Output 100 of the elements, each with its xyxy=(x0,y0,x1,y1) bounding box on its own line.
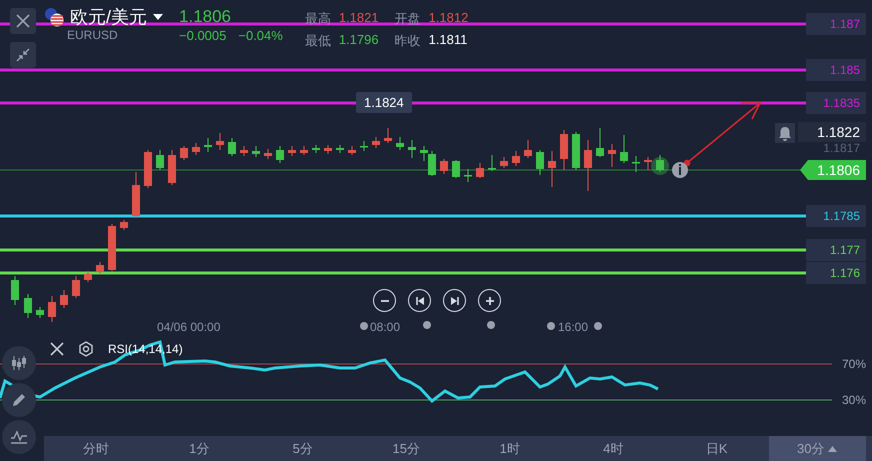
candlestick xyxy=(192,142,200,156)
timeframe-tab[interactable]: 5分 xyxy=(251,436,354,461)
timeframe-tab[interactable]: 1分 xyxy=(148,436,251,461)
candlestick xyxy=(360,140,368,152)
candlestick xyxy=(488,154,496,172)
candlestick xyxy=(536,150,544,176)
pencil-icon xyxy=(11,392,27,408)
candlestick xyxy=(408,140,416,158)
alert-button[interactable] xyxy=(775,123,795,143)
settings-icon xyxy=(78,341,94,357)
candlestick xyxy=(180,146,188,160)
level-price-label: 1.185 xyxy=(806,59,866,81)
scroll-end-button[interactable] xyxy=(443,289,466,312)
candlestick xyxy=(572,132,580,170)
candlestick xyxy=(440,158,448,174)
close-indicator-button[interactable] xyxy=(50,342,64,356)
candlestick xyxy=(204,138,212,152)
candlestick xyxy=(476,162,484,178)
level-price-label: 1.1835 xyxy=(806,92,866,114)
candlestick xyxy=(656,154,664,172)
candlestick xyxy=(584,140,592,192)
level-price-label: 1.1785 xyxy=(806,205,866,227)
candlestick xyxy=(452,160,460,178)
timeframe-tab[interactable]: 1时 xyxy=(458,436,562,461)
candlestick xyxy=(608,144,616,168)
chart-type-button[interactable] xyxy=(2,346,36,380)
scroll-start-button[interactable] xyxy=(408,289,431,312)
candlestick xyxy=(524,140,532,158)
candlestick xyxy=(84,270,92,282)
candlestick xyxy=(276,146,284,164)
timeframe-tab[interactable]: 15分 xyxy=(354,436,458,461)
candlestick xyxy=(324,144,332,154)
candlestick xyxy=(372,136,380,148)
candlestick xyxy=(620,134,628,164)
percent-change: −0.04% xyxy=(238,28,283,43)
candlestick xyxy=(48,296,56,322)
close-button[interactable] xyxy=(10,8,36,34)
price-change: −0.0005 xyxy=(179,28,226,43)
candlestick xyxy=(596,128,604,158)
skip-back-icon xyxy=(414,296,424,306)
pair-name: 欧元/美元 xyxy=(70,6,148,28)
candlestick xyxy=(252,146,260,158)
candlestick xyxy=(216,132,224,150)
candlestick xyxy=(312,144,320,154)
candlestick xyxy=(644,156,652,170)
flag-icon xyxy=(44,7,64,27)
candlestick xyxy=(168,150,176,186)
candlestick xyxy=(11,276,19,306)
stat-label: 开盘 xyxy=(394,10,421,28)
timeframe-tab[interactable]: 分时 xyxy=(44,436,148,461)
stat-label: 最高 xyxy=(304,10,331,28)
candlestick xyxy=(512,150,520,166)
close-icon xyxy=(16,14,30,28)
line-chart-icon xyxy=(10,430,28,444)
timeframe-tab[interactable]: 4时 xyxy=(562,436,665,461)
caret-up-icon xyxy=(828,446,838,452)
close-icon xyxy=(50,342,64,356)
indicator-button[interactable] xyxy=(2,420,36,454)
candlestick xyxy=(632,156,640,172)
candlestick xyxy=(24,294,32,318)
rsi-level-label: 30% xyxy=(842,393,866,407)
stat-value: 1.1796 xyxy=(338,32,379,49)
candlestick-icon xyxy=(10,355,28,371)
candlestick xyxy=(288,146,296,156)
plus-icon xyxy=(484,296,494,306)
time-label: 04/06 00:00 xyxy=(157,320,220,334)
candlestick xyxy=(560,130,568,170)
candlestick xyxy=(36,306,44,318)
trend-arrow[interactable] xyxy=(684,102,762,166)
candlestick xyxy=(300,146,308,156)
stat-value: 1.1811 xyxy=(428,32,468,49)
level-price-label: 1.176 xyxy=(806,262,866,284)
candlestick xyxy=(384,128,392,144)
candlestick xyxy=(548,150,556,188)
stat-value: 1.1821 xyxy=(338,10,379,27)
time-label: 16:00 xyxy=(558,320,588,334)
glow-dot xyxy=(651,157,669,175)
info-icon[interactable] xyxy=(672,162,688,178)
candlestick xyxy=(132,172,140,218)
timeframe-tab[interactable]: 日K xyxy=(665,436,768,461)
candlestick xyxy=(348,146,356,156)
time-label: 08:00 xyxy=(370,320,400,334)
bell-icon xyxy=(778,126,792,140)
candlestick xyxy=(156,150,164,170)
symbol-code: EURUSD xyxy=(67,28,119,42)
indicator-settings-button[interactable] xyxy=(78,341,94,357)
alert-price: 1.1822 xyxy=(798,122,866,142)
high-price-tooltip: 1.1824 xyxy=(356,92,412,113)
skip-forward-icon xyxy=(450,296,460,306)
draw-tool-button[interactable] xyxy=(2,383,36,417)
collapse-button[interactable] xyxy=(10,42,36,68)
candlestick xyxy=(108,224,116,272)
level-price-label: 1.187 xyxy=(806,13,866,35)
candlestick xyxy=(120,220,128,230)
zoom-out-button[interactable] xyxy=(373,289,396,312)
candlestick xyxy=(60,290,68,308)
zoom-in-button[interactable] xyxy=(478,289,501,312)
stat-label: 昨收 xyxy=(394,32,421,50)
timeframe-tab[interactable]: 30分 xyxy=(768,436,866,461)
candlestick xyxy=(264,148,272,160)
